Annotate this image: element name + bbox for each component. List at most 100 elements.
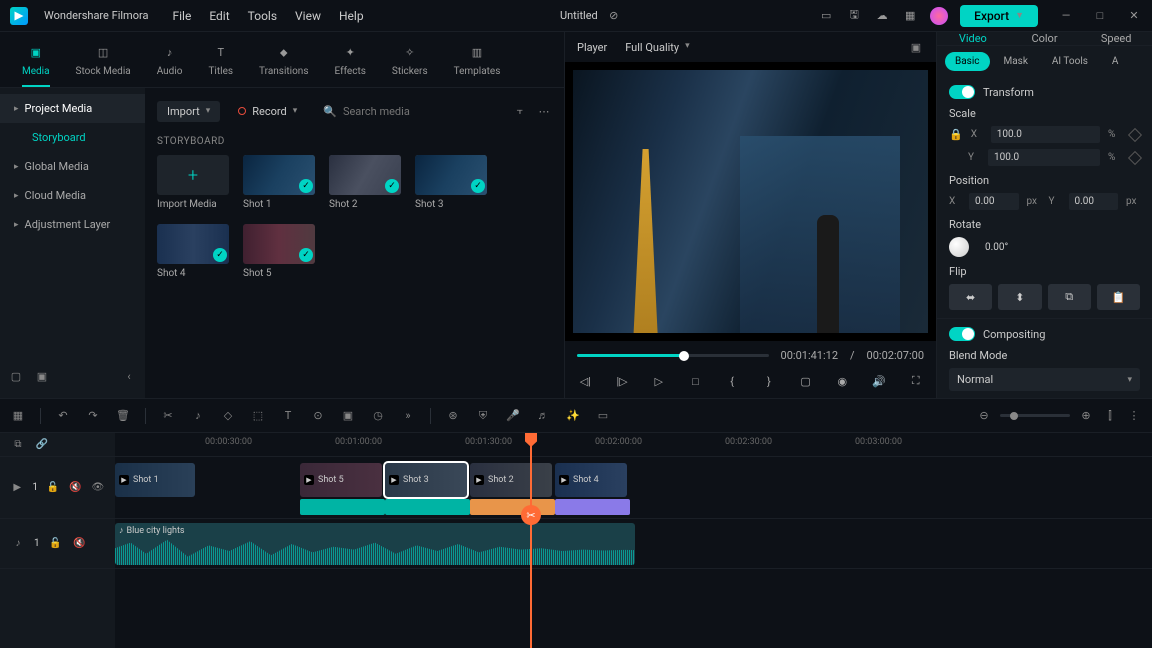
track-visible-icon[interactable]: 👁 [91,480,105,496]
snapshot-icon[interactable]: ▣ [908,39,924,55]
menu-edit[interactable]: Edit [209,9,229,23]
clip-shot-5[interactable]: ▶Shot 5 [300,463,382,497]
scale-y-input[interactable]: 100.0 [988,149,1100,166]
save-icon[interactable]: 🖫 [846,8,862,24]
clip-shot-1[interactable]: ▶Shot 1 [115,463,195,497]
subtab-basic[interactable]: Basic [945,52,990,71]
track-manage-icon[interactable]: ⧉ [10,437,26,453]
tab-effects[interactable]: ✦Effects [325,39,376,81]
menu-view[interactable]: View [295,9,321,23]
preview-viewport[interactable] [565,62,936,341]
flip-h-button[interactable]: ⬌ [949,284,992,310]
user-avatar[interactable] [930,7,948,25]
thumb-shot-3[interactable]: ✓Shot 3 [415,155,487,210]
fx-bar-3[interactable] [470,499,555,515]
menu-help[interactable]: Help [339,9,364,23]
mic-icon[interactable]: 🎤 [505,408,521,424]
track-mute-icon[interactable]: 🔇 [68,480,82,496]
delete-button[interactable]: 🗑 [115,408,131,424]
ai-icon[interactable]: ✨ [565,408,581,424]
more-tools-button[interactable]: » [400,408,416,424]
zoom-slider[interactable] [1000,414,1070,417]
flip-v-button[interactable]: ⬍ [998,284,1041,310]
quality-dropdown[interactable]: Full Quality▾ [625,41,689,54]
device-icon[interactable]: ▭ [818,8,834,24]
undo-button[interactable]: ↶ [55,408,71,424]
tab-media[interactable]: ▣Media [12,39,60,81]
play-button[interactable]: ▷ [650,372,667,390]
sidebar-storyboard[interactable]: Storyboard [0,123,145,152]
filter-icon[interactable]: ⫟ [512,103,528,119]
thumb-shot-4[interactable]: ✓Shot 4 [157,224,229,279]
tab-stock-media[interactable]: ◫Stock Media [66,39,141,81]
sidebar-project-media[interactable]: ▸Project Media [0,94,145,123]
export-button[interactable]: Export▼ [960,5,1038,27]
close-button[interactable]: ✕ [1126,8,1142,24]
audio-lock-icon[interactable]: 🔓 [48,536,64,552]
display-button[interactable]: ▢ [797,372,814,390]
thumb-shot-1[interactable]: ✓Shot 1 [243,155,315,210]
caption-icon[interactable]: ▭ [595,408,611,424]
folder-add-icon[interactable]: ▣ [34,368,50,384]
menu-file[interactable]: File [172,9,191,23]
timeline-settings-button[interactable]: ⋮ [1126,408,1142,424]
tab-audio[interactable]: ♪Audio [147,39,193,81]
clip-shot-2[interactable]: ▶Shot 2 [470,463,552,497]
fullscreen-button[interactable]: ⛶ [907,372,924,390]
menu-tools[interactable]: Tools [248,9,277,23]
mark-out-button[interactable]: } [761,372,778,390]
marker-button[interactable]: ◇ [220,408,236,424]
crop-button[interactable]: ⬚ [250,408,266,424]
flip-copy-button[interactable]: ⧉ [1048,284,1091,310]
folder-icon[interactable]: ▢ [8,368,24,384]
thumb-shot-2[interactable]: ✓Shot 2 [329,155,401,210]
import-media-tile[interactable]: +Import Media [157,155,229,210]
clip-shot-4[interactable]: ▶Shot 4 [555,463,627,497]
subtab-a[interactable]: A [1102,52,1129,71]
render-button[interactable]: ⊛ [445,408,461,424]
minimize-button[interactable]: — [1058,8,1074,24]
rotate-dial[interactable] [949,237,969,257]
fx-bar-2[interactable] [385,499,470,515]
subtab-mask[interactable]: Mask [994,52,1038,71]
track-lock-icon[interactable]: 🔓 [46,480,60,496]
volume-button[interactable]: 🔊 [871,372,888,390]
snapshot-button[interactable]: ◉ [834,372,851,390]
timer-button[interactable]: ◷ [370,408,386,424]
step-back-button[interactable]: |▷ [614,372,631,390]
layout-icon[interactable]: ▦ [10,408,26,424]
thumb-shot-5[interactable]: ✓Shot 5 [243,224,315,279]
compositing-toggle[interactable] [949,327,975,341]
sidebar-adjustment-layer[interactable]: ▸Adjustment Layer [0,210,145,239]
fx-bar-4[interactable] [555,499,630,515]
scale-x-input[interactable]: 100.0 [991,126,1100,143]
shield-icon[interactable]: ⛨ [475,408,491,424]
zoom-in-button[interactable]: ⊕ [1078,408,1094,424]
flip-paste-button[interactable]: 📋 [1097,284,1140,310]
audio-clip[interactable]: ♪Blue city lights [115,523,635,565]
music-note-icon[interactable]: ♬ [535,408,551,424]
sidebar-global-media[interactable]: ▸Global Media [0,152,145,181]
audio-track[interactable]: ♪Blue city lights [115,519,1152,569]
rtab-video[interactable]: Video [937,32,1009,45]
collapse-sidebar-icon[interactable]: ‹ [121,368,137,384]
scale-y-keyframe[interactable] [1128,150,1142,164]
pos-y-input[interactable]: 0.00 [1069,193,1119,210]
scale-x-keyframe[interactable] [1128,127,1142,141]
subtab-ai-tools[interactable]: AI Tools [1042,52,1098,71]
lock-icon[interactable]: 🔒 [949,128,963,141]
text-button[interactable]: T [280,408,296,424]
import-dropdown[interactable]: Import▾ [157,101,220,122]
fx-bar-1[interactable] [300,499,385,515]
video-track[interactable]: ▶Shot 1 ▶Shot 5 ▶Shot 3 ▶Shot 2 ▶Shot 4 [115,457,1152,519]
maximize-button[interactable]: □ [1092,8,1108,24]
tab-stickers[interactable]: ✧Stickers [382,39,438,81]
grid-icon[interactable]: ▦ [902,8,918,24]
tab-titles[interactable]: TTitles [198,39,243,81]
tab-templates[interactable]: ▥Templates [444,39,511,81]
link-icon[interactable]: 🔗 [34,437,50,453]
prev-frame-button[interactable]: ◁| [577,372,594,390]
scrub-bar[interactable] [577,354,769,357]
search-media[interactable]: 🔍 [315,105,504,118]
stop-button[interactable]: □ [687,372,704,390]
